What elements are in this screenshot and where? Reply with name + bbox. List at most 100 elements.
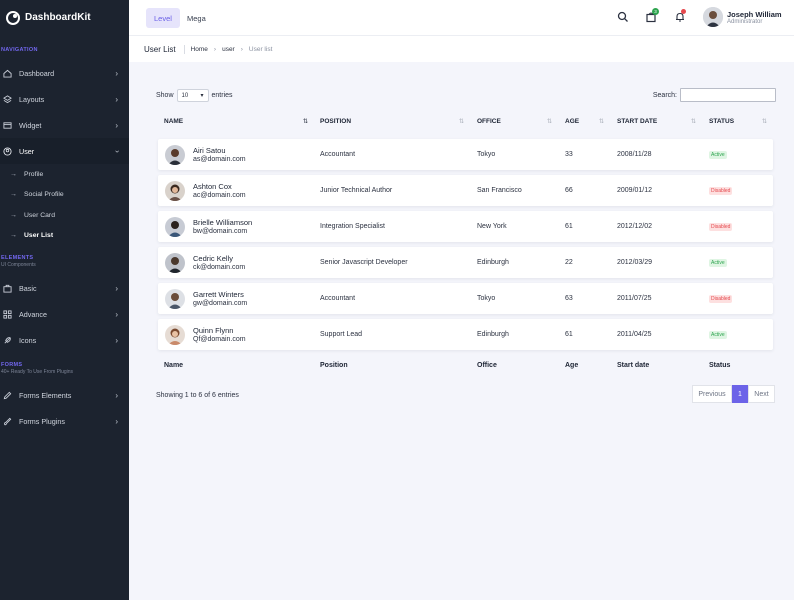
sidebar-item-forms-elements[interactable]: Forms Elements › [0,382,129,408]
feather-icon [3,336,12,345]
chevron-right-icon: › [115,121,118,130]
table-row[interactable]: Ashton Cox ac@domain.com Junior Technica… [158,175,773,206]
pencil-icon [3,391,12,400]
user-name: Cedric Kelly [193,254,234,263]
sort-icon[interactable]: ⇅ [547,118,552,125]
user-email: ac@domain.com [193,192,246,199]
avatar[interactable] [703,7,723,27]
column-header-position[interactable]: POSITION [320,118,351,125]
status-badge: Disabled [709,187,733,195]
sort-icon[interactable]: ⇅ [691,118,696,125]
submenu-item-profile[interactable]: → Profile [0,164,129,185]
cart-badge: 3 [652,8,659,15]
next-button[interactable]: Next [748,385,775,403]
search-input[interactable] [680,88,776,102]
chevron-down-icon: ▾ [200,93,204,99]
user-name: Garrett Winters [193,290,244,299]
footer-status: Status [709,362,731,369]
widget-icon [3,121,12,130]
sidebar-item-user[interactable]: User › [0,138,129,164]
age-cell: 63 [565,295,573,302]
entries-value: 10 [181,92,189,99]
column-header-start-date[interactable]: START DATE [617,118,657,125]
sidebar-item-layouts[interactable]: Layouts › [0,86,129,112]
user-name: Quinn Flynn [193,326,234,335]
sort-asc-icon[interactable]: ⇅ [303,118,308,125]
user-email: gw@domain.com [193,300,248,307]
column-header-status[interactable]: STATUS [709,118,734,125]
sort-icon[interactable]: ⇅ [599,118,604,125]
previous-button[interactable]: Previous [692,385,732,403]
office-cell: Tokyo [477,151,496,158]
user-role: Administrator [727,19,763,25]
chevron-right-icon: › [115,417,118,426]
brand[interactable]: DashboardKit [0,0,129,35]
search-icon[interactable] [617,11,629,23]
table-row[interactable]: Quinn Flynn Qf@domain.com Support Lead E… [158,319,773,350]
age-cell: 61 [565,331,573,338]
submenu-item-social-profile[interactable]: → Social Profile [0,185,129,206]
breadcrumb-home[interactable]: Home [191,46,208,53]
sidebar-item-basic[interactable]: Basic › [0,275,129,301]
breadcrumb-user[interactable]: user [222,46,235,53]
submenu-item-user-card[interactable]: → User Card [0,205,129,226]
chevron-right-icon: › [240,45,243,53]
avatar [165,325,185,345]
sidebar-item-label: Layouts [19,94,45,104]
avatar [165,289,185,309]
notification-dot [681,9,686,14]
start-date-cell: 2012/03/29 [617,259,653,266]
avatar [165,217,185,237]
bell-icon[interactable] [674,9,686,23]
table-row[interactable]: Airi Satou as@domain.com Accountant Toky… [158,139,773,170]
table-row[interactable]: Brielle Williamson bw@domain.com Integra… [158,211,773,242]
status-badge: Disabled [709,295,733,303]
user-list-content: Show 10 ▾ entries Search: NAME ⇅ POSITIO… [129,62,794,600]
section-forms-subtitle: 40+ Ready To Use From Plugins [1,369,74,375]
sidebar-item-advance[interactable]: Advance › [0,301,129,327]
column-header-age[interactable]: AGE [565,118,579,125]
sidebar-item-dashboard[interactable]: Dashboard › [0,60,129,86]
position-cell: Accountant [320,295,356,302]
table-header: NAME ⇅ POSITION ⇅ OFFICE ⇅ AGE ⇅ START D… [156,114,775,132]
office-cell: New York [477,223,507,230]
table-row[interactable]: Cedric Kelly ck@domain.com Senior Javasc… [158,247,773,278]
sidebar-item-label: Forms Plugins [19,416,65,426]
sidebar-item-icons[interactable]: Icons › [0,327,129,353]
entries-length-control: Show 10 ▾ entries [156,89,233,102]
chevron-right-icon: › [115,69,118,78]
chevron-right-icon: › [115,310,118,319]
column-header-office[interactable]: OFFICE [477,118,501,125]
tab-level[interactable]: Level [146,8,180,28]
tab-mega[interactable]: Mega [179,8,214,28]
sidebar-item-label: Icons [19,335,37,345]
sort-icon[interactable]: ⇅ [459,118,464,125]
page-button-1[interactable]: 1 [732,385,748,403]
avatar [165,181,185,201]
table-row[interactable]: Garrett Winters gw@domain.com Accountant… [158,283,773,314]
column-header-name[interactable]: NAME [164,118,183,125]
user-name[interactable]: Joseph William [727,10,782,19]
status-badge: Disabled [709,223,733,231]
position-cell: Integration Specialist [320,223,385,230]
age-cell: 22 [565,259,573,266]
user-circle-icon [3,146,12,156]
user-name: Airi Satou [193,146,226,155]
submenu-item-user-list[interactable]: → User List [0,226,129,247]
shopping-bag-icon[interactable]: 3 [645,8,659,23]
section-elements-title: ELEMENTS [1,255,34,261]
chevron-right-icon: › [115,95,118,104]
sidebar-item-forms-plugins[interactable]: Forms Plugins › [0,408,129,434]
brand-name: DashboardKit [25,12,91,23]
briefcase-icon [3,284,12,293]
sidebar-item-widget[interactable]: Widget › [0,112,129,138]
chevron-right-icon: › [115,391,118,400]
pagination: Previous 1 Next [692,385,775,403]
status-badge: Active [709,151,727,159]
footer-start-date: Start date [617,362,650,369]
footer-position: Position [320,362,348,369]
entries-select[interactable]: 10 ▾ [176,89,209,102]
office-cell: Edinburgh [477,331,509,338]
age-cell: 66 [565,187,573,194]
sort-icon[interactable]: ⇅ [762,118,767,125]
